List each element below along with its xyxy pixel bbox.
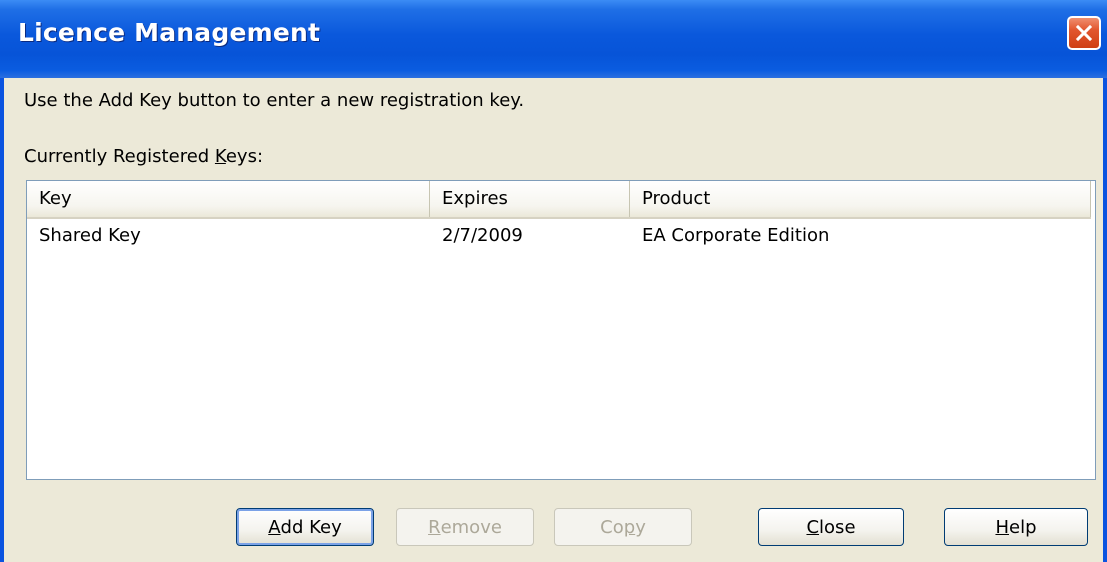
- close-label: lose: [819, 516, 856, 538]
- copy-button[interactable]: Co p y: [554, 508, 692, 546]
- registered-keys-label: Currently Registered Keys:: [24, 146, 263, 167]
- help-accel: H: [995, 516, 1010, 538]
- copy-accel: p: [623, 516, 636, 538]
- remove-label: emove: [440, 516, 502, 538]
- remove-button[interactable]: Remove: [396, 508, 534, 546]
- table-row[interactable]: Shared Key 2/7/2009 EA Corporate Edition: [27, 219, 1091, 253]
- registered-keys-list[interactable]: Key Expires Product Shared Key 2/7/2009 …: [26, 180, 1096, 480]
- column-header-product[interactable]: Product: [630, 181, 1091, 217]
- window-title: Licence Management: [18, 18, 321, 47]
- close-window-button[interactable]: [1067, 16, 1101, 50]
- close-icon: [1075, 24, 1093, 42]
- cell-expires: 2/7/2009: [442, 225, 523, 246]
- remove-accel: R: [428, 516, 441, 538]
- add-key-button[interactable]: Add Key: [236, 508, 374, 546]
- cell-product: EA Corporate Edition: [642, 225, 830, 246]
- close-accel: C: [806, 516, 820, 538]
- add-key-label: dd Key: [280, 516, 342, 538]
- registered-keys-label-suffix: eys:: [225, 146, 264, 167]
- help-button[interactable]: Help: [944, 508, 1088, 546]
- dialog-body: Use the Add Key button to enter a new re…: [4, 78, 1103, 562]
- registered-keys-label-prefix: Currently Registered: [24, 146, 215, 167]
- licence-management-dialog: Licence Management Use the Add Key butto…: [0, 0, 1107, 562]
- copy-prefix: Co: [600, 516, 624, 538]
- title-bar[interactable]: Licence Management: [0, 0, 1107, 78]
- column-header-expires[interactable]: Expires: [430, 181, 630, 217]
- help-label: elp: [1009, 516, 1037, 538]
- registered-keys-label-accel: K: [214, 146, 226, 167]
- instruction-text: Use the Add Key button to enter a new re…: [24, 90, 525, 111]
- column-header-key[interactable]: Key: [27, 181, 430, 217]
- list-header: Key Expires Product: [27, 181, 1091, 219]
- copy-label: y: [635, 516, 646, 538]
- cell-key: Shared Key: [39, 225, 141, 246]
- add-key-accel: A: [268, 516, 281, 538]
- close-button[interactable]: Close: [758, 508, 904, 546]
